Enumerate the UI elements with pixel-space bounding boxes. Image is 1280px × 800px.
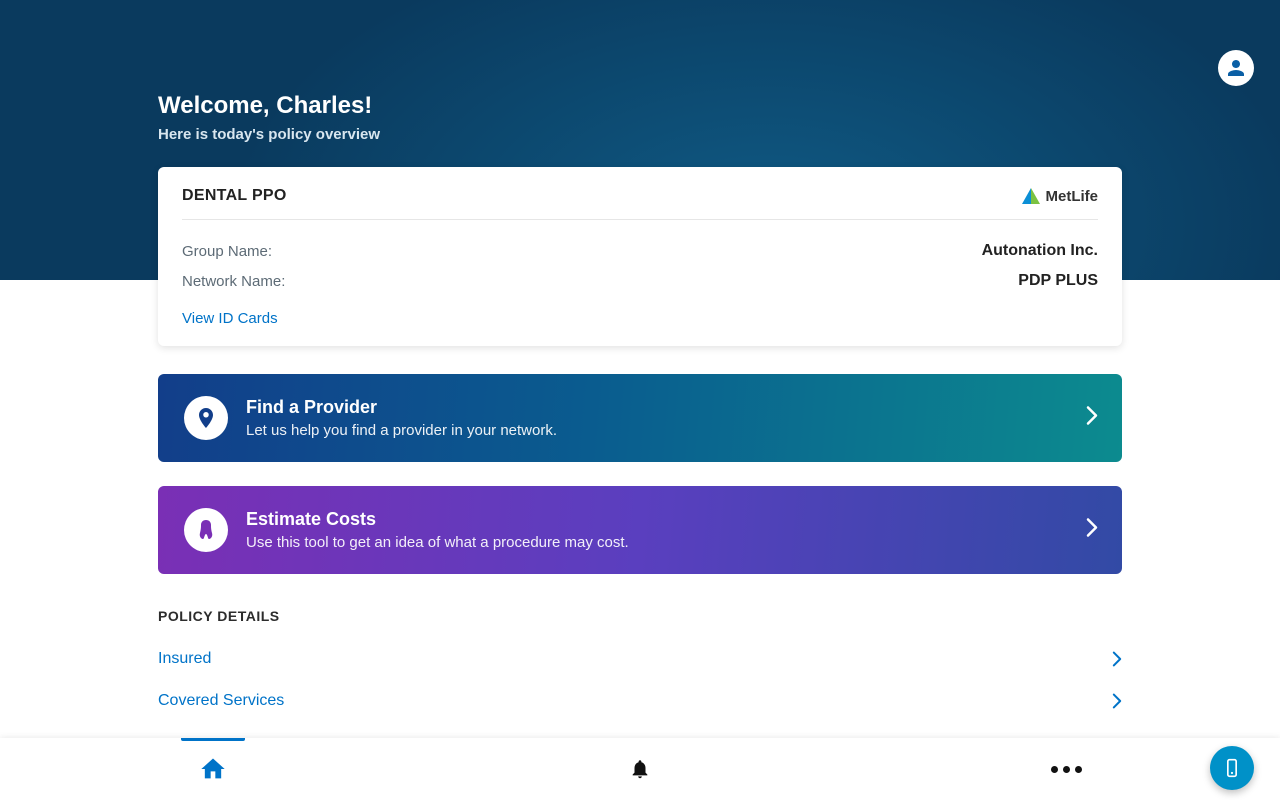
metlife-icon <box>1022 188 1040 204</box>
policy-details-heading: POLICY DETAILS <box>158 608 1122 624</box>
home-icon <box>199 755 227 783</box>
policy-card: DENTAL PPO MetLife Group Name: Autonatio… <box>158 167 1122 346</box>
chevron-right-icon <box>1086 518 1098 543</box>
brand-name: MetLife <box>1046 188 1099 205</box>
welcome-subtitle: Here is today's policy overview <box>158 126 1122 143</box>
chevron-right-icon <box>1112 693 1122 709</box>
estimate-costs-card[interactable]: Estimate Costs Use this tool to get an i… <box>158 486 1122 574</box>
group-row: Group Name: Autonation Inc. <box>182 236 1098 266</box>
find-provider-title: Find a Provider <box>246 397 1096 418</box>
id-card-fab[interactable] <box>1210 746 1254 790</box>
estimate-costs-desc: Use this tool to get an idea of what a p… <box>246 534 1096 551</box>
group-value: Autonation Inc. <box>982 242 1098 260</box>
bottom-nav <box>0 738 1280 800</box>
group-label: Group Name: <box>182 243 272 260</box>
plan-name: DENTAL PPO <box>182 187 287 205</box>
find-provider-text: Find a Provider Let us help you find a p… <box>246 397 1096 439</box>
insured-label: Insured <box>158 650 211 668</box>
nav-notifications[interactable] <box>427 738 854 800</box>
chevron-right-icon <box>1112 651 1122 667</box>
covered-services-link[interactable]: Covered Services <box>158 680 1122 722</box>
policy-card-body: Group Name: Autonation Inc. Network Name… <box>182 220 1098 328</box>
chevron-right-icon <box>1086 406 1098 431</box>
estimate-costs-text: Estimate Costs Use this tool to get an i… <box>246 509 1096 551</box>
insured-link[interactable]: Insured <box>158 638 1122 680</box>
id-card-icon <box>1222 758 1242 778</box>
dots-icon <box>1051 766 1082 773</box>
profile-avatar-button[interactable] <box>1218 50 1254 86</box>
nav-home[interactable] <box>0 738 427 800</box>
brand-logo: MetLife <box>1022 188 1099 205</box>
map-pin-icon <box>184 396 228 440</box>
person-icon <box>1224 56 1248 80</box>
find-provider-card[interactable]: Find a Provider Let us help you find a p… <box>158 374 1122 462</box>
view-id-cards-link[interactable]: View ID Cards <box>182 310 278 327</box>
welcome-heading: Welcome, Charles! <box>158 92 1122 120</box>
find-provider-desc: Let us help you find a provider in your … <box>246 422 1096 439</box>
estimate-costs-title: Estimate Costs <box>246 509 1096 530</box>
network-value: PDP PLUS <box>1018 272 1098 290</box>
network-row: Network Name: PDP PLUS <box>182 266 1098 296</box>
main-content: Welcome, Charles! Here is today's policy… <box>0 0 1280 722</box>
policy-card-header: DENTAL PPO MetLife <box>182 187 1098 220</box>
tooth-icon <box>184 508 228 552</box>
bell-icon <box>629 758 651 780</box>
covered-services-label: Covered Services <box>158 692 284 710</box>
network-label: Network Name: <box>182 273 285 290</box>
